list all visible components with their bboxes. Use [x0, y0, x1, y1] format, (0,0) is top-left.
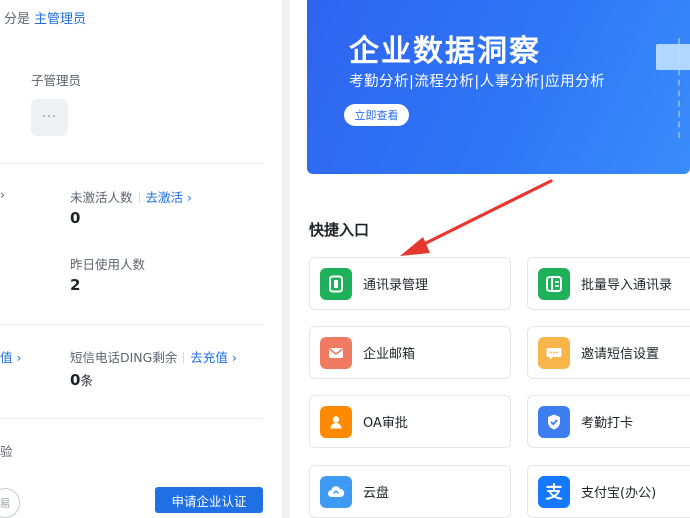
cloud-disk-icon	[320, 475, 352, 508]
quick-entry-sms-chat[interactable]: 邀请短信设置	[527, 326, 690, 379]
svg-text:支: 支	[546, 482, 564, 502]
quick-entry-import-contacts[interactable]: 批量导入通讯录	[527, 257, 690, 310]
ding-remaining-value: 0条	[70, 371, 93, 389]
data-insight-banner[interactable]: 企业数据洞察 考勤分析|流程分析|人事分析|应用分析 立即查看	[307, 0, 690, 174]
activate-link[interactable]: 去激活 ›	[146, 190, 192, 205]
alipay-icon: 支	[538, 475, 570, 508]
quick-entry-label: 邀请短信设置	[581, 347, 660, 362]
edge-text: 验	[0, 444, 13, 459]
unactivated-count-value: 0	[70, 209, 81, 227]
divider	[0, 163, 262, 164]
view-now-button[interactable]: 立即查看	[344, 104, 409, 126]
yesterday-users-value: 2	[70, 276, 81, 294]
admin-info-panel: 分是 主管理员 子管理员 ··· › 未激活人数 去激活 › 0 昨日使用人数 2…	[0, 0, 282, 518]
quick-entry-label: 批量导入通讯录	[581, 278, 673, 293]
yesterday-users-label: 昨日使用人数	[70, 257, 146, 272]
banner-subtitle: 考勤分析|流程分析|人事分析|应用分析	[349, 74, 606, 90]
divider	[0, 324, 262, 325]
recharge-link-fragment[interactable]: 值 ›	[0, 347, 21, 366]
quick-entry-label: 云盘	[363, 486, 390, 501]
recharge-link[interactable]: 去充值 ›	[190, 350, 236, 365]
sms-chat-icon	[538, 336, 570, 369]
panel-separator	[282, 0, 290, 518]
quick-entry-approval-person[interactable]: OA审批	[309, 395, 511, 448]
quick-entry-label: 通讯录管理	[363, 278, 429, 293]
contacts-book-icon	[320, 267, 352, 300]
approval-person-icon	[320, 405, 352, 438]
role-label-fragment: 分是	[4, 12, 31, 27]
main-admin-link[interactable]: 主管理员	[34, 8, 86, 27]
banner-decoration-icon	[656, 44, 690, 70]
add-sub-admin-button[interactable]: ···	[31, 99, 68, 136]
attendance-shield-icon	[538, 405, 570, 438]
edge-chevron: ›	[0, 187, 5, 202]
quick-entry-label: OA审批	[363, 416, 408, 431]
quick-entry-label: 企业邮箱	[363, 347, 416, 362]
import-contacts-icon	[538, 267, 570, 300]
certification-badge-icon: 易	[0, 488, 20, 518]
ding-remaining-label: 短信电话DING剩余 去充值 ›	[70, 350, 237, 365]
apply-enterprise-cert-button[interactable]: 申请企业认证	[155, 487, 263, 513]
quick-entry-label: 支付宝(办公)	[581, 486, 657, 501]
quick-entry-attendance-shield[interactable]: 考勤打卡	[527, 395, 690, 448]
more-icon: ···	[41, 110, 58, 125]
quick-entry-alipay[interactable]: 支 支付宝(办公)	[527, 465, 690, 518]
quick-entry-mail[interactable]: 企业邮箱	[309, 326, 511, 379]
quick-entry-label: 考勤打卡	[581, 416, 634, 431]
mail-icon	[320, 336, 352, 369]
quick-entry-title: 快捷入口	[309, 221, 370, 239]
banner-title: 企业数据洞察	[349, 34, 541, 69]
unactivated-count-label: 未激活人数 去激活 ›	[70, 190, 192, 205]
quick-entry-contacts-book[interactable]: 通讯录管理	[309, 257, 511, 310]
sub-admin-label: 子管理员	[31, 73, 82, 88]
divider	[0, 418, 262, 419]
quick-entry-cloud-disk[interactable]: 云盘	[309, 465, 511, 518]
